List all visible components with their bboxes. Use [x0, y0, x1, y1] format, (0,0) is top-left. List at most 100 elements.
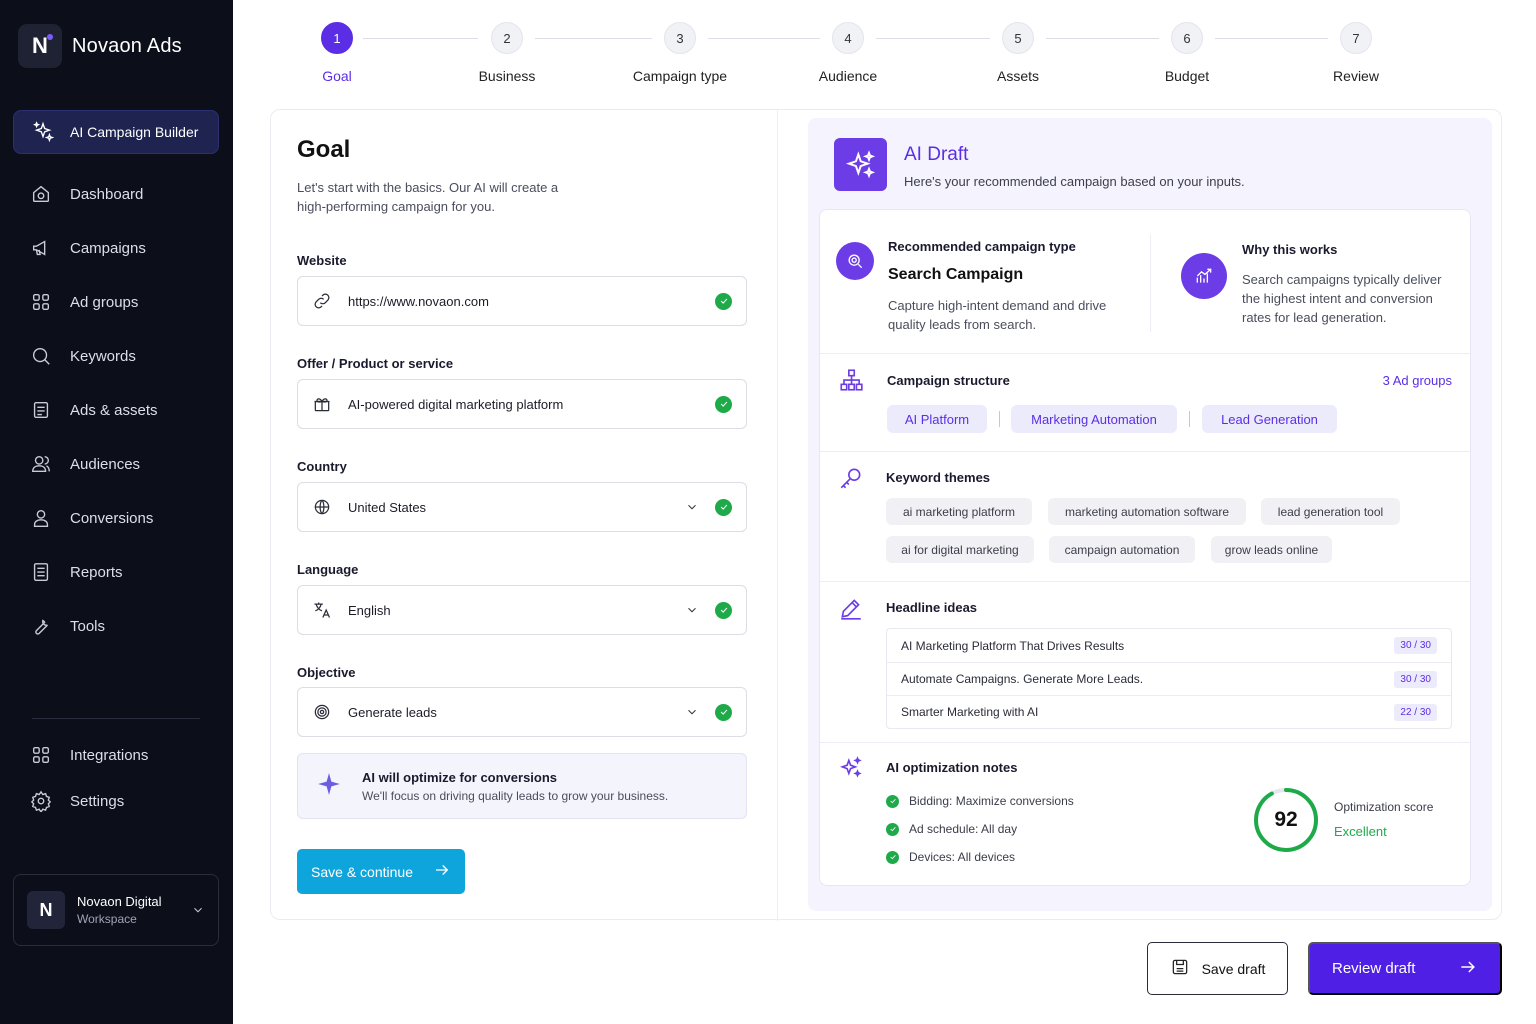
step-label: Audience [818, 68, 878, 84]
growth-chart-icon [1181, 253, 1227, 299]
page-description: Let's start with the basics. Our AI will… [297, 180, 559, 214]
sidebar: N Novaon Ads AI Campaign Builder Dashboa… [0, 0, 233, 1024]
translate-icon [312, 600, 332, 620]
sidebar-item-settings[interactable]: Settings [30, 790, 124, 812]
user-icon [30, 507, 52, 529]
save-continue-button[interactable]: Save & continue [297, 849, 465, 894]
keywords-label: Keyword themes [886, 470, 991, 485]
grid-icon [30, 744, 52, 766]
step-business[interactable]: 2 Business [447, 22, 567, 84]
step-label: Business [478, 68, 536, 84]
offer-label: Offer / Product or service [297, 356, 454, 371]
workspace-logo: N [27, 891, 65, 929]
sidebar-item-label: Reports [70, 563, 123, 581]
ad-group-pill[interactable]: Marketing Automation [1011, 405, 1177, 433]
country-select[interactable]: United States [297, 482, 747, 532]
check-icon [886, 794, 899, 808]
ai-optimize-note: AI will optimize for conversions We'll f… [297, 753, 747, 819]
megaphone-icon [30, 237, 52, 259]
sidebar-item-dashboard[interactable]: Dashboard [30, 183, 143, 205]
optimization-label: AI optimization notes [886, 760, 1018, 775]
website-value: https://www.novaon.com [348, 293, 489, 309]
check-icon [886, 822, 899, 836]
structure-count[interactable]: 3 Ad groups [1383, 373, 1452, 388]
score-value: 92 [1274, 808, 1298, 831]
keyword-chip[interactable]: marketing automation software [1048, 498, 1246, 525]
step-label: Goal [322, 68, 352, 84]
sidebar-item-ad-groups[interactable]: Ad groups [30, 291, 138, 313]
ad-group-pill[interactable]: AI Platform [887, 405, 987, 433]
brand[interactable]: N Novaon Ads [18, 24, 182, 68]
step-campaign-type[interactable]: 3 Campaign type [620, 22, 740, 84]
sidebar-item-ads-assets[interactable]: Ads & assets [30, 399, 158, 421]
recommended-value: Search Campaign [888, 266, 1024, 283]
sparkles-icon [834, 138, 887, 191]
sidebar-item-audiences[interactable]: Audiences [30, 453, 140, 475]
step-number: 1 [321, 22, 353, 54]
save-icon [1170, 957, 1190, 980]
arrow-right-icon [433, 861, 451, 882]
headline-text: Smarter Marketing with AI [901, 705, 1039, 719]
sidebar-item-conversions[interactable]: Conversions [30, 507, 153, 529]
score-status: Excellent [1334, 824, 1387, 839]
recommended-label: Recommended campaign type [888, 239, 1076, 254]
step-label: Budget [1164, 68, 1210, 84]
step-goal[interactable]: 1 Goal [277, 22, 397, 84]
step-audience[interactable]: 4 Audience [788, 22, 908, 84]
keyword-chip[interactable]: ai marketing platform [886, 498, 1032, 525]
sidebar-item-label: Keywords [70, 347, 136, 365]
step-number: 3 [664, 22, 696, 54]
save-draft-button[interactable]: Save draft [1147, 942, 1288, 995]
keyword-chip[interactable]: ai for digital marketing [886, 536, 1034, 563]
ai-draft-content: Recommended campaign type Search Campaig… [819, 209, 1471, 886]
sidebar-item-label: AI Campaign Builder [70, 124, 199, 140]
optimization-score-gauge: 92 [1252, 786, 1320, 854]
sparkles-icon [838, 755, 864, 781]
language-select[interactable]: English [297, 585, 747, 635]
brand-name: Novaon Ads [72, 34, 182, 57]
sidebar-item-integrations[interactable]: Integrations [30, 744, 148, 766]
country-label: Country [297, 459, 347, 474]
sidebar-item-reports[interactable]: Reports [30, 561, 123, 583]
workspace-sub: Workspace [77, 912, 137, 926]
workspace-switcher[interactable]: N Novaon Digital Workspace [13, 874, 219, 946]
sparkle-icon [316, 771, 342, 802]
headline-text: AI Marketing Platform That Drives Result… [901, 638, 1125, 653]
step-assets[interactable]: 5 Assets [958, 22, 1078, 84]
step-number: 7 [1340, 22, 1372, 54]
brand-logo: N [18, 24, 62, 68]
pencil-icon [838, 595, 864, 621]
headline-table: AI Marketing Platform That Drives Result… [886, 628, 1452, 729]
ai-draft-title: AI Draft [904, 144, 969, 165]
step-budget[interactable]: 6 Budget [1127, 22, 1247, 84]
check-icon [715, 703, 732, 721]
keyword-chip[interactable]: lead generation tool [1261, 498, 1400, 525]
keyword-chip[interactable]: campaign automation [1049, 536, 1195, 563]
headline-row[interactable]: Smarter Marketing with AI 22 / 30 [887, 695, 1451, 728]
headline-row[interactable]: Automate Campaigns. Generate More Leads.… [887, 662, 1451, 695]
ai-note-title: AI will optimize for conversions [362, 769, 558, 785]
review-draft-button[interactable]: Review draft [1308, 942, 1502, 995]
sidebar-item-ai-campaign-builder[interactable]: AI Campaign Builder [13, 110, 219, 154]
headline-row[interactable]: AI Marketing Platform That Drives Result… [887, 629, 1451, 662]
objective-select[interactable]: Generate leads [297, 687, 747, 737]
offer-field[interactable]: AI-powered digital marketing platform [297, 379, 747, 429]
char-count-badge: 30 / 30 [1394, 670, 1437, 688]
sidebar-item-keywords[interactable]: Keywords [30, 345, 136, 367]
keyword-chip[interactable]: grow leads online [1211, 536, 1332, 563]
sidebar-item-label: Campaigns [70, 239, 146, 257]
step-number: 2 [491, 22, 523, 54]
search-icon [30, 345, 52, 367]
note-text: Devices: All devices [909, 850, 1016, 864]
ad-group-pill[interactable]: Lead Generation [1202, 405, 1337, 433]
sidebar-item-campaigns[interactable]: Campaigns [30, 237, 146, 259]
step-review[interactable]: 7 Review [1296, 22, 1416, 84]
why-desc: Search campaigns typically deliver the h… [1242, 272, 1442, 325]
sidebar-item-tools[interactable]: Tools [30, 615, 105, 637]
wrench-icon [30, 615, 52, 637]
gift-icon [312, 394, 332, 414]
website-field[interactable]: https://www.novaon.com [297, 276, 747, 326]
sidebar-item-label: Integrations [70, 746, 149, 764]
ai-draft-sub: Here's your recommended campaign based o… [904, 174, 1245, 189]
save-continue-label: Save & continue [311, 863, 413, 880]
